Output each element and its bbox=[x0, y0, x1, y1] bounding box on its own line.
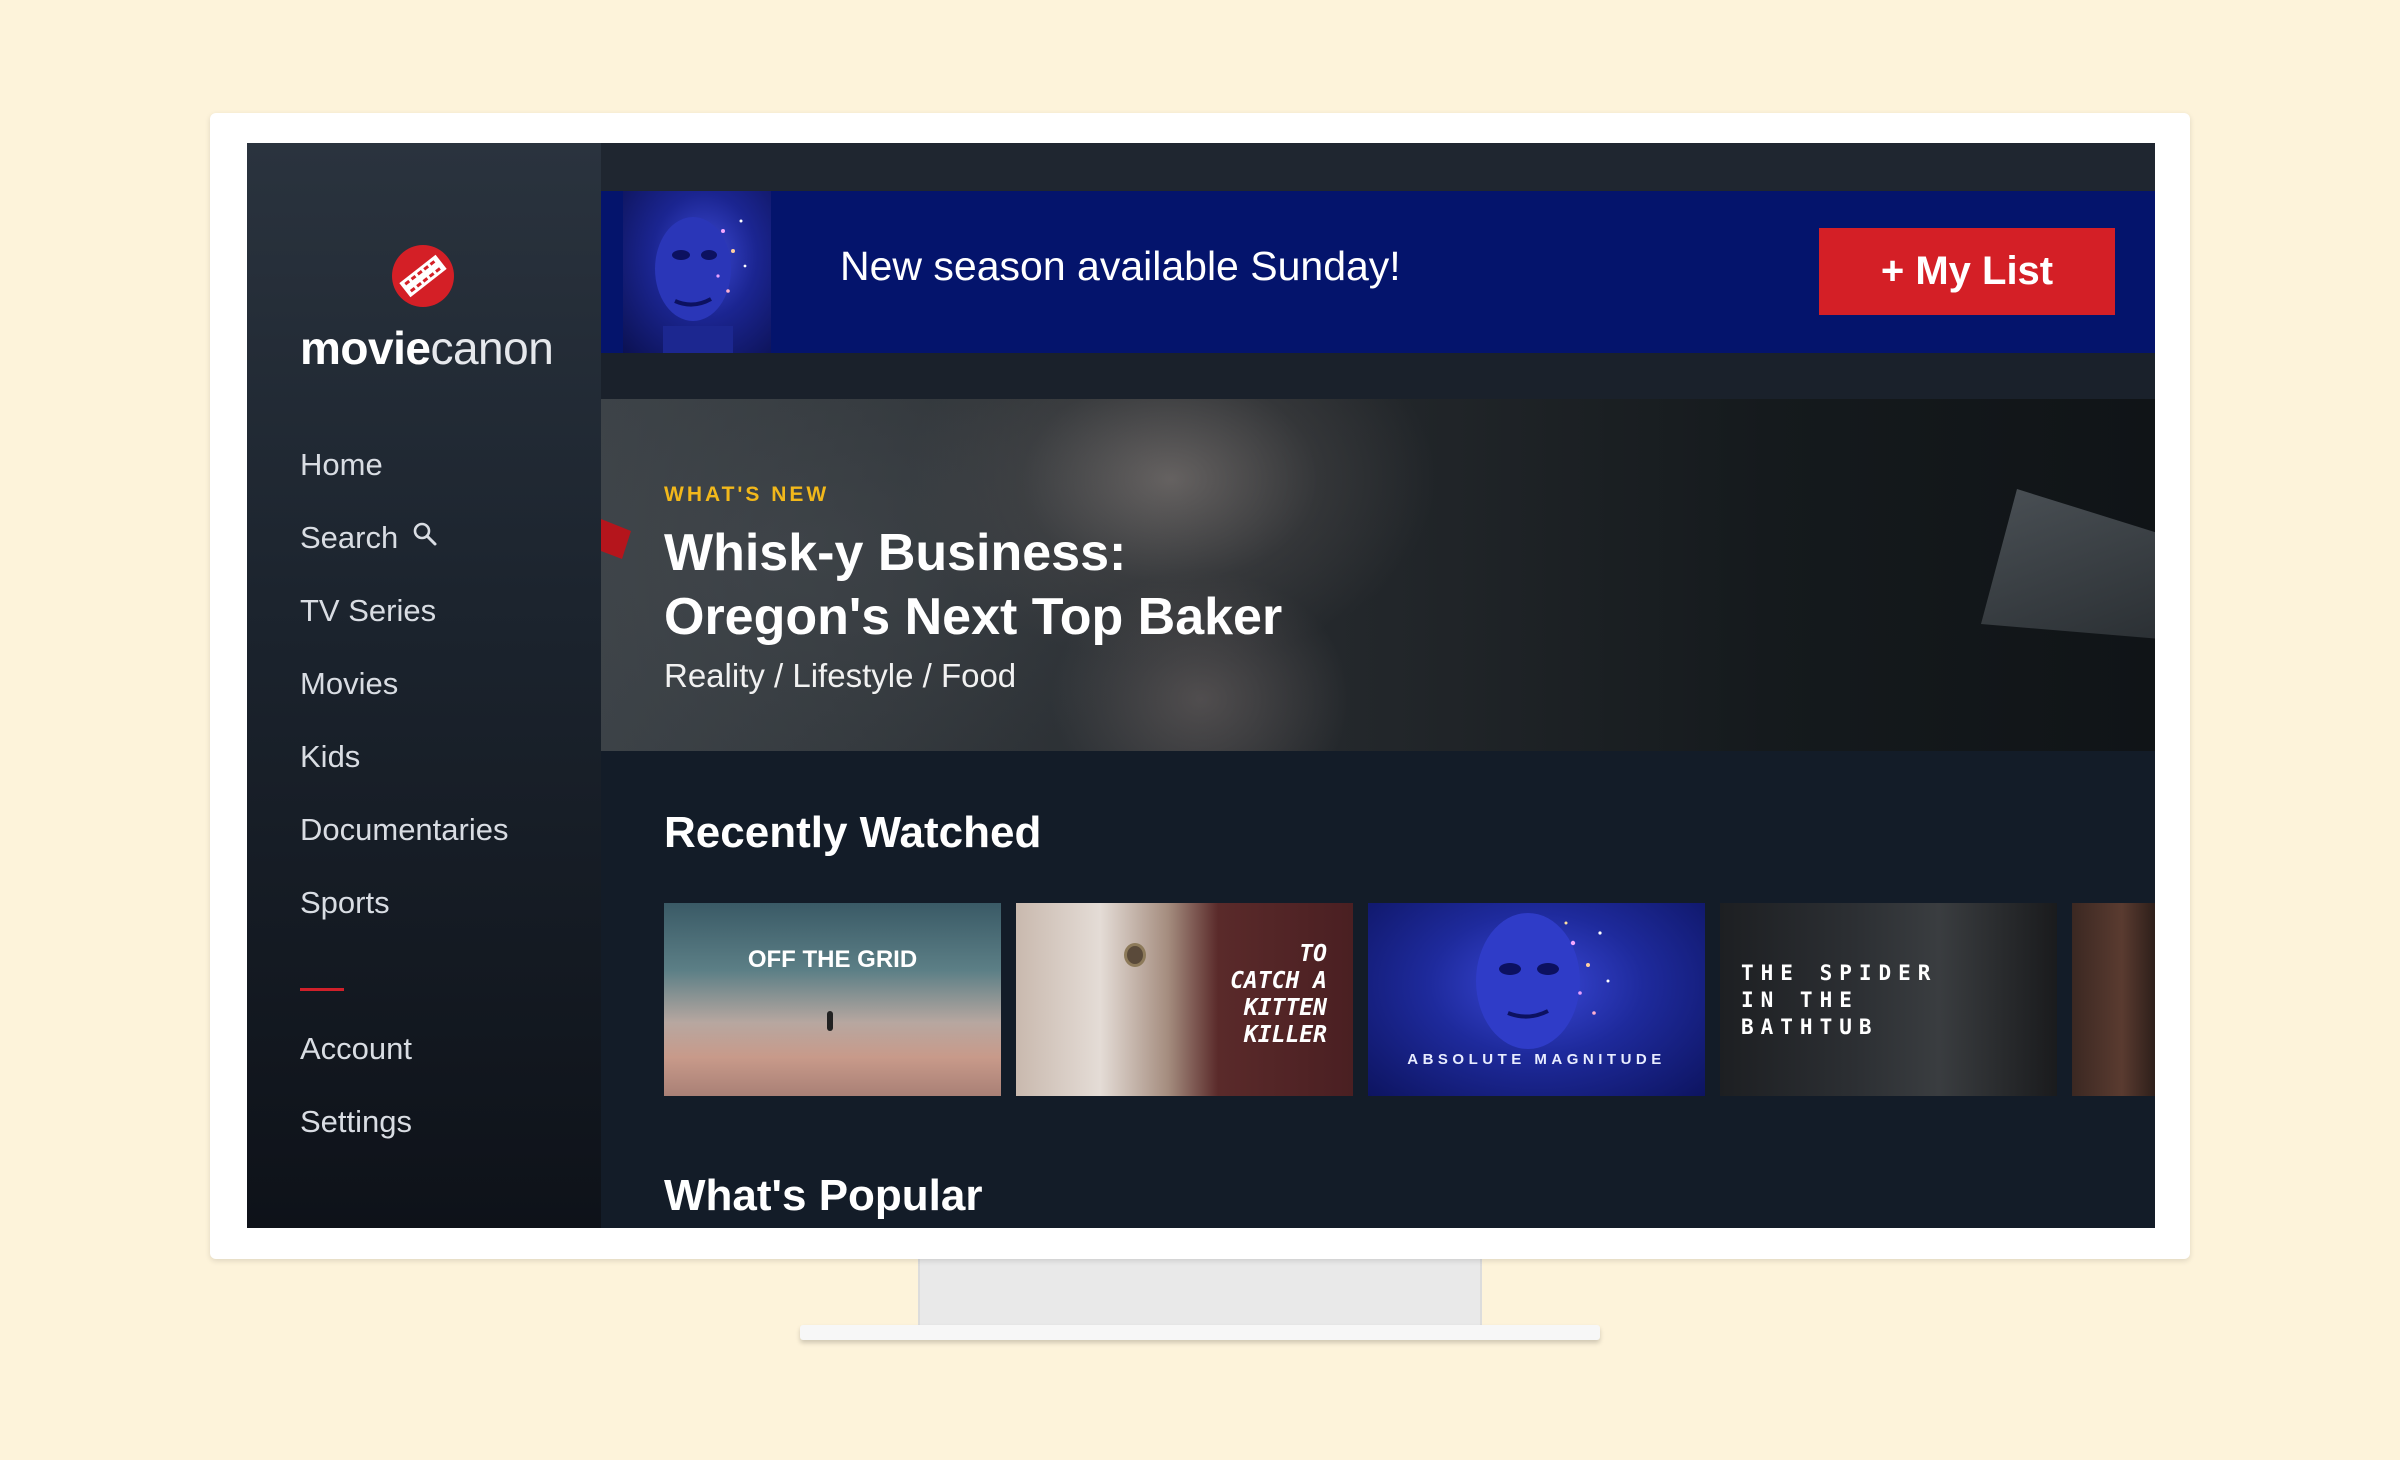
sidebar-item-sports[interactable]: Sports bbox=[300, 881, 390, 925]
logo[interactable]: moviecanon bbox=[300, 243, 560, 383]
promo-message: New season available Sunday! bbox=[840, 243, 1401, 289]
hero-title-line-2: Oregon's Next Top Baker bbox=[664, 588, 1283, 646]
whats-popular-title: What's Popular bbox=[664, 1171, 983, 1220]
hero-banner[interactable]: WHAT'S NEW Whisk-y Business: Oregon's Ne… bbox=[601, 399, 2155, 751]
banner-spacer bbox=[601, 353, 2155, 399]
thumbnail-title: TO CATCH A KITTEN KILLER bbox=[1230, 941, 1327, 1048]
thumbnail-the-spider-in-the-bathtub[interactable]: THE SPIDER IN THE BATHTUB bbox=[1720, 903, 2057, 1096]
tv-stand-base bbox=[800, 1325, 1600, 1340]
logo-text-light: canon bbox=[430, 322, 554, 374]
recently-watched-row: OFF THE GRID TO CATCH A KITTEN KILLER AB… bbox=[664, 903, 2155, 1098]
tv-screen: moviecanon Home Search TV Series Movies … bbox=[247, 143, 2155, 1228]
thumbnail-title: OFF THE GRID bbox=[747, 946, 918, 973]
logo-wordmark: moviecanon bbox=[300, 321, 554, 375]
hero-kicker: WHAT'S NEW bbox=[664, 483, 830, 506]
thumbnail-cat-eye bbox=[1124, 943, 1146, 967]
sidebar-item-label: Sports bbox=[300, 885, 390, 920]
logo-text-bold: movie bbox=[300, 322, 431, 374]
sidebar-item-label: Settings bbox=[300, 1104, 413, 1139]
sidebar-item-account[interactable]: Account bbox=[300, 1027, 412, 1071]
thumbnail-off-the-grid[interactable]: OFF THE GRID bbox=[664, 903, 1001, 1096]
sidebar-item-label: Search bbox=[300, 520, 399, 555]
sidebar-item-documentaries[interactable]: Documentaries bbox=[300, 808, 508, 852]
add-to-my-list-button[interactable]: + My List bbox=[1819, 228, 2115, 315]
tv-stand-neck bbox=[918, 1259, 1482, 1325]
sidebar-item-label: TV Series bbox=[300, 593, 437, 628]
stage: moviecanon Home Search TV Series Movies … bbox=[0, 0, 2400, 1460]
thumbnail-to-catch-a-kitten-killer[interactable]: TO CATCH A KITTEN KILLER bbox=[1016, 903, 1353, 1096]
thumbnail-title: ABSOLUTE MAGNITUDE bbox=[1407, 1051, 1666, 1068]
promo-thumbnail bbox=[623, 191, 771, 353]
sidebar-divider bbox=[300, 988, 344, 991]
thumbnail-figure bbox=[827, 1011, 833, 1031]
film-reel-icon bbox=[390, 243, 456, 309]
sidebar-item-tv-series[interactable]: TV Series bbox=[300, 589, 436, 633]
sidebar-item-home[interactable]: Home bbox=[300, 443, 383, 487]
hero-title-line-1: Whisk-y Business: bbox=[664, 524, 1127, 582]
top-bar bbox=[601, 143, 2155, 191]
sidebar: moviecanon Home Search TV Series Movies … bbox=[247, 143, 601, 1228]
sidebar-item-kids[interactable]: Kids bbox=[300, 735, 360, 779]
sidebar-item-label: Movies bbox=[300, 666, 399, 701]
recently-watched-title: Recently Watched bbox=[664, 808, 1042, 857]
sidebar-item-settings[interactable]: Settings bbox=[300, 1100, 412, 1144]
thumbnail-title: THE SPIDER IN THE BATHTUB bbox=[1741, 961, 1938, 1039]
sidebar-item-label: Kids bbox=[300, 739, 361, 774]
hero-background-shape bbox=[1981, 489, 2155, 639]
thumbnail-absolute-magnitude[interactable]: ABSOLUTE MAGNITUDE bbox=[1368, 903, 1705, 1096]
hero-background-accent bbox=[601, 519, 631, 559]
search-icon bbox=[412, 515, 438, 559]
promo-banner[interactable]: New season available Sunday! + My List bbox=[601, 191, 2155, 353]
sidebar-item-movies[interactable]: Movies bbox=[300, 662, 398, 706]
sidebar-item-label: Account bbox=[300, 1031, 413, 1066]
sidebar-item-label: Home bbox=[300, 447, 383, 482]
thumbnail-partial[interactable] bbox=[2072, 903, 2155, 1096]
sidebar-item-label: Documentaries bbox=[300, 812, 509, 847]
hero-title: Whisk-y Business: Oregon's Next Top Bake… bbox=[664, 521, 1564, 649]
sidebar-item-search[interactable]: Search bbox=[300, 516, 438, 560]
hero-genres: Reality / Lifestyle / Food bbox=[664, 657, 1017, 694]
